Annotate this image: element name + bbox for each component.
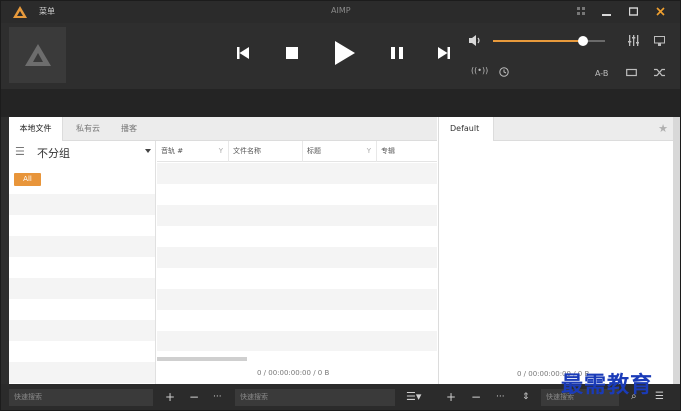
next-icon[interactable] <box>438 47 450 59</box>
track-list: 音轨 # Y 文件名称 标题 Y 专辑 0 / 00:00:00:00 / 0 … <box>157 141 437 384</box>
previous-icon[interactable] <box>237 47 249 59</box>
filter-icon[interactable]: Y <box>367 141 371 162</box>
list-item <box>9 320 155 341</box>
all-filter-badge[interactable]: All <box>14 173 41 186</box>
volume-slider[interactable] <box>493 36 605 46</box>
volume-icon[interactable] <box>469 35 481 46</box>
table-row <box>157 331 437 351</box>
tab-default-playlist[interactable]: Default <box>439 117 494 141</box>
aimp-window: 菜单 AIMP ((•)) A-B 本地文件 私有云 播客 ☰ 不分组 All … <box>0 0 681 411</box>
group-select[interactable]: ☰ 不分组 <box>9 141 156 163</box>
tab-private-cloud[interactable]: 私有云 <box>65 117 111 141</box>
stop-icon[interactable] <box>286 47 298 59</box>
library-search-input[interactable]: 快速搜索 <box>9 389 153 406</box>
horizontal-scrollbar[interactable] <box>157 357 247 361</box>
menu-icon[interactable]: ☰▾ <box>406 388 421 406</box>
column-filename[interactable]: 文件名称 <box>229 141 303 162</box>
maximize-icon[interactable] <box>620 1 646 23</box>
group-label: 不分组 <box>37 147 70 160</box>
add-icon[interactable]: + <box>165 388 175 406</box>
table-row <box>157 247 437 268</box>
column-title[interactable]: 标题 Y <box>303 141 377 162</box>
watermark-text: 最需教育 <box>561 372 654 398</box>
column-album[interactable]: 专辑 <box>377 141 437 162</box>
star-icon[interactable]: ★ <box>658 122 668 135</box>
grid-icon[interactable] <box>568 1 594 23</box>
info-band <box>1 89 680 117</box>
shuffle-icon[interactable] <box>654 68 665 77</box>
list-item <box>9 236 155 257</box>
playlist-pane: Default ★ 0 / 00:00:00:00 / 0 B <box>438 117 674 384</box>
playlist-remove-icon[interactable]: − <box>471 388 481 406</box>
minimize-icon[interactable] <box>593 1 619 23</box>
group-pane: ☰ 不分组 All <box>9 141 156 384</box>
list-item <box>9 194 155 215</box>
column-label: 音轨 # <box>161 147 184 155</box>
volume-fill <box>493 40 583 42</box>
album-cover <box>9 27 66 83</box>
track-search-input[interactable]: 快速搜索 <box>235 389 395 406</box>
aimp-logo-icon[interactable] <box>13 6 27 18</box>
close-icon[interactable] <box>647 1 673 23</box>
title-bar: 菜单 AIMP <box>1 1 680 23</box>
filter-icon[interactable]: Y <box>219 141 223 162</box>
column-label: 文件名称 <box>233 147 261 155</box>
column-label: 标题 <box>307 147 321 155</box>
table-row <box>157 289 437 310</box>
hamburger-icon[interactable]: ☰ <box>15 145 25 158</box>
app-title: AIMP <box>331 6 351 15</box>
menu-label[interactable]: 菜单 <box>39 6 55 17</box>
mini-player-icon[interactable] <box>654 36 665 46</box>
equalizer-icon[interactable] <box>628 35 639 46</box>
column-label: 专辑 <box>381 147 395 155</box>
tab-local-files[interactable]: 本地文件 <box>9 117 63 141</box>
playlist-more-icon[interactable]: ··· <box>496 388 505 406</box>
library-status: 0 / 00:00:00:00 / 0 B <box>257 369 330 377</box>
main-content: 本地文件 私有云 播客 ☰ 不分组 All 音轨 # Y 文件名称 标题 Y 专… <box>9 117 674 384</box>
playlist-add-icon[interactable]: + <box>446 388 456 406</box>
pause-icon[interactable] <box>391 47 403 59</box>
list-item <box>9 278 155 299</box>
ab-repeat-label[interactable]: A-B <box>595 69 608 78</box>
volume-knob[interactable] <box>577 36 588 46</box>
table-row <box>157 163 437 184</box>
repeat-icon[interactable] <box>626 68 637 77</box>
tab-podcast[interactable]: 播客 <box>111 117 147 141</box>
more-icon[interactable]: ··· <box>213 388 222 406</box>
list-menu-icon[interactable]: ☰ <box>655 388 664 406</box>
play-icon[interactable] <box>335 41 355 65</box>
radio-icon[interactable]: ((•)) <box>471 66 488 75</box>
timer-icon[interactable] <box>499 67 509 77</box>
chevron-down-icon[interactable] <box>145 149 151 153</box>
playlist-tabs: Default ★ <box>439 117 674 141</box>
column-track-number[interactable]: 音轨 # Y <box>157 141 229 162</box>
sort-icon[interactable]: ⇕ <box>522 388 530 406</box>
column-header: 音轨 # Y 文件名称 标题 Y 专辑 <box>157 141 437 162</box>
table-row <box>157 205 437 226</box>
player-panel: ((•)) A-B <box>1 23 680 89</box>
remove-icon[interactable]: − <box>189 388 199 406</box>
list-item <box>9 362 155 383</box>
vertical-scrollbar[interactable] <box>673 117 680 384</box>
library-tabs: 本地文件 私有云 播客 <box>9 117 437 141</box>
aimp-cover-logo-icon <box>25 44 51 66</box>
